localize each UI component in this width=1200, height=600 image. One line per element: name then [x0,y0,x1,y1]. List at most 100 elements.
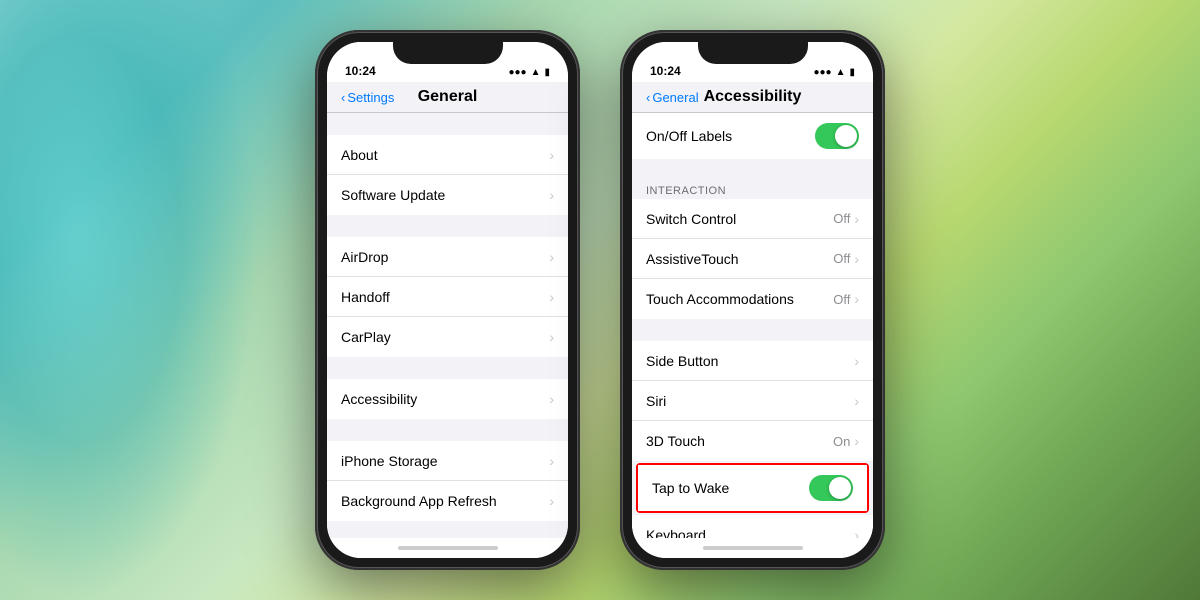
item-switch-control[interactable]: Switch Control Off › [632,199,873,239]
software-update-label: Software Update [341,187,445,203]
signal-icon-1: ●●● [508,67,526,78]
back-label-1[interactable]: Settings [347,90,394,105]
group-more: Keyboard › Shake to Undo Off › [632,515,873,538]
group-1: About › Software Update › [327,135,568,215]
assistivetouch-right: Off › [833,251,859,267]
carplay-label: CarPlay [341,329,391,345]
item-handoff[interactable]: Handoff › [327,277,568,317]
tap-wake-thumb [829,477,851,499]
handoff-right: › [549,289,554,305]
gap-2 [327,215,568,237]
group-onoff: On/Off Labels [632,113,873,159]
scroll-1: About › Software Update › [327,113,568,538]
nav-title-1: General [418,88,478,106]
about-right: › [549,147,554,163]
3d-touch-value: On [833,434,850,449]
group-3: Accessibility › [327,379,568,419]
onoff-right [815,123,859,149]
back-label-2[interactable]: General [652,90,698,105]
item-background-app[interactable]: Background App Refresh › [327,481,568,521]
item-carplay[interactable]: CarPlay › [327,317,568,357]
iphone-storage-chevron: › [549,453,554,469]
gap-a2 [632,319,873,341]
carplay-right: › [549,329,554,345]
background-app-right: › [549,493,554,509]
tap-wake-toggle[interactable] [809,475,853,501]
home-indicator-2 [632,538,873,558]
about-label: About [341,147,378,163]
nav-title-2: Accessibility [704,88,802,106]
item-about[interactable]: About › [327,135,568,175]
accessibility-chevron: › [549,391,554,407]
group-interaction: Switch Control Off › AssistiveTouch Off … [632,199,873,319]
iphone-storage-right: › [549,453,554,469]
item-side-button[interactable]: Side Button › [632,341,873,381]
gap-3 [327,357,568,379]
battery-icon-2: ▮ [849,67,855,78]
siri-label: Siri [646,393,666,409]
switch-control-value: Off [833,211,850,226]
airdrop-right: › [549,249,554,265]
software-update-chevron: › [549,187,554,203]
siri-right: › [854,393,859,409]
phones-container: 10:24 ●●● ▲ ▮ ‹ Settings General [0,0,1200,600]
switch-control-right: Off › [833,211,859,227]
siri-chevron: › [854,393,859,409]
item-keyboard2[interactable]: Keyboard › [632,515,873,538]
item-3d-touch[interactable]: 3D Touch On › [632,421,873,461]
time-2: 10:24 [650,64,681,78]
background-app-chevron: › [549,493,554,509]
switch-control-label: Switch Control [646,211,736,227]
item-assistivetouch[interactable]: AssistiveTouch Off › [632,239,873,279]
phone-2: 10:24 ●●● ▲ ▮ ‹ General Accessibility [620,30,885,570]
accessibility-right: › [549,391,554,407]
assistivetouch-chevron: › [854,251,859,267]
3d-touch-right: On › [833,433,859,449]
item-software-update[interactable]: Software Update › [327,175,568,215]
status-icons-1: ●●● ▲ ▮ [508,67,550,78]
touch-accom-value: Off [833,292,850,307]
touch-accom-chevron: › [854,291,859,307]
3d-touch-label: 3D Touch [646,433,705,449]
touch-accom-right: Off › [833,291,859,307]
software-update-right: › [549,187,554,203]
switch-control-chevron: › [854,211,859,227]
back-chevron-2: ‹ [646,90,650,105]
nav-bar-2: ‹ General Accessibility [632,82,873,113]
item-tap-to-wake[interactable]: Tap to Wake [638,465,867,511]
background-app-label: Background App Refresh [341,493,497,509]
carplay-chevron: › [549,329,554,345]
battery-icon-1: ▮ [544,67,550,78]
phone-2-screen: 10:24 ●●● ▲ ▮ ‹ General Accessibility [632,42,873,558]
iphone-storage-label: iPhone Storage [341,453,438,469]
tap-wake-right [809,475,853,501]
item-accessibility[interactable]: Accessibility › [327,379,568,419]
group-2: AirDrop › Handoff › CarPlay [327,237,568,357]
nav-back-2[interactable]: ‹ General [646,90,699,105]
status-icons-2: ●●● ▲ ▮ [813,67,855,78]
keyboard2-label: Keyboard [646,527,706,539]
group-4: iPhone Storage › Background App Refresh … [327,441,568,521]
scroll-2: On/Off Labels INTERACTION [632,113,873,538]
item-iphone-storage[interactable]: iPhone Storage › [327,441,568,481]
onoff-thumb [835,125,857,147]
nav-bar-1: ‹ Settings General [327,82,568,113]
item-touch-accom[interactable]: Touch Accommodations Off › [632,279,873,319]
item-siri[interactable]: Siri › [632,381,873,421]
home-bar-2 [703,546,803,550]
signal-icon-2: ●●● [813,67,831,78]
group-tap-wake: Tap to Wake [636,463,869,513]
item-airdrop[interactable]: AirDrop › [327,237,568,277]
airdrop-label: AirDrop [341,249,388,265]
handoff-chevron: › [549,289,554,305]
home-indicator-1 [327,538,568,558]
tap-to-wake-label: Tap to Wake [652,480,729,496]
nav-back-1[interactable]: ‹ Settings [341,90,394,105]
touch-accom-label: Touch Accommodations [646,291,794,307]
home-bar-1 [398,546,498,550]
onoff-toggle[interactable] [815,123,859,149]
keyboard2-chevron: › [854,527,859,539]
item-onoff-labels[interactable]: On/Off Labels [632,113,873,159]
interaction-header: INTERACTION [632,181,873,199]
airdrop-chevron: › [549,249,554,265]
